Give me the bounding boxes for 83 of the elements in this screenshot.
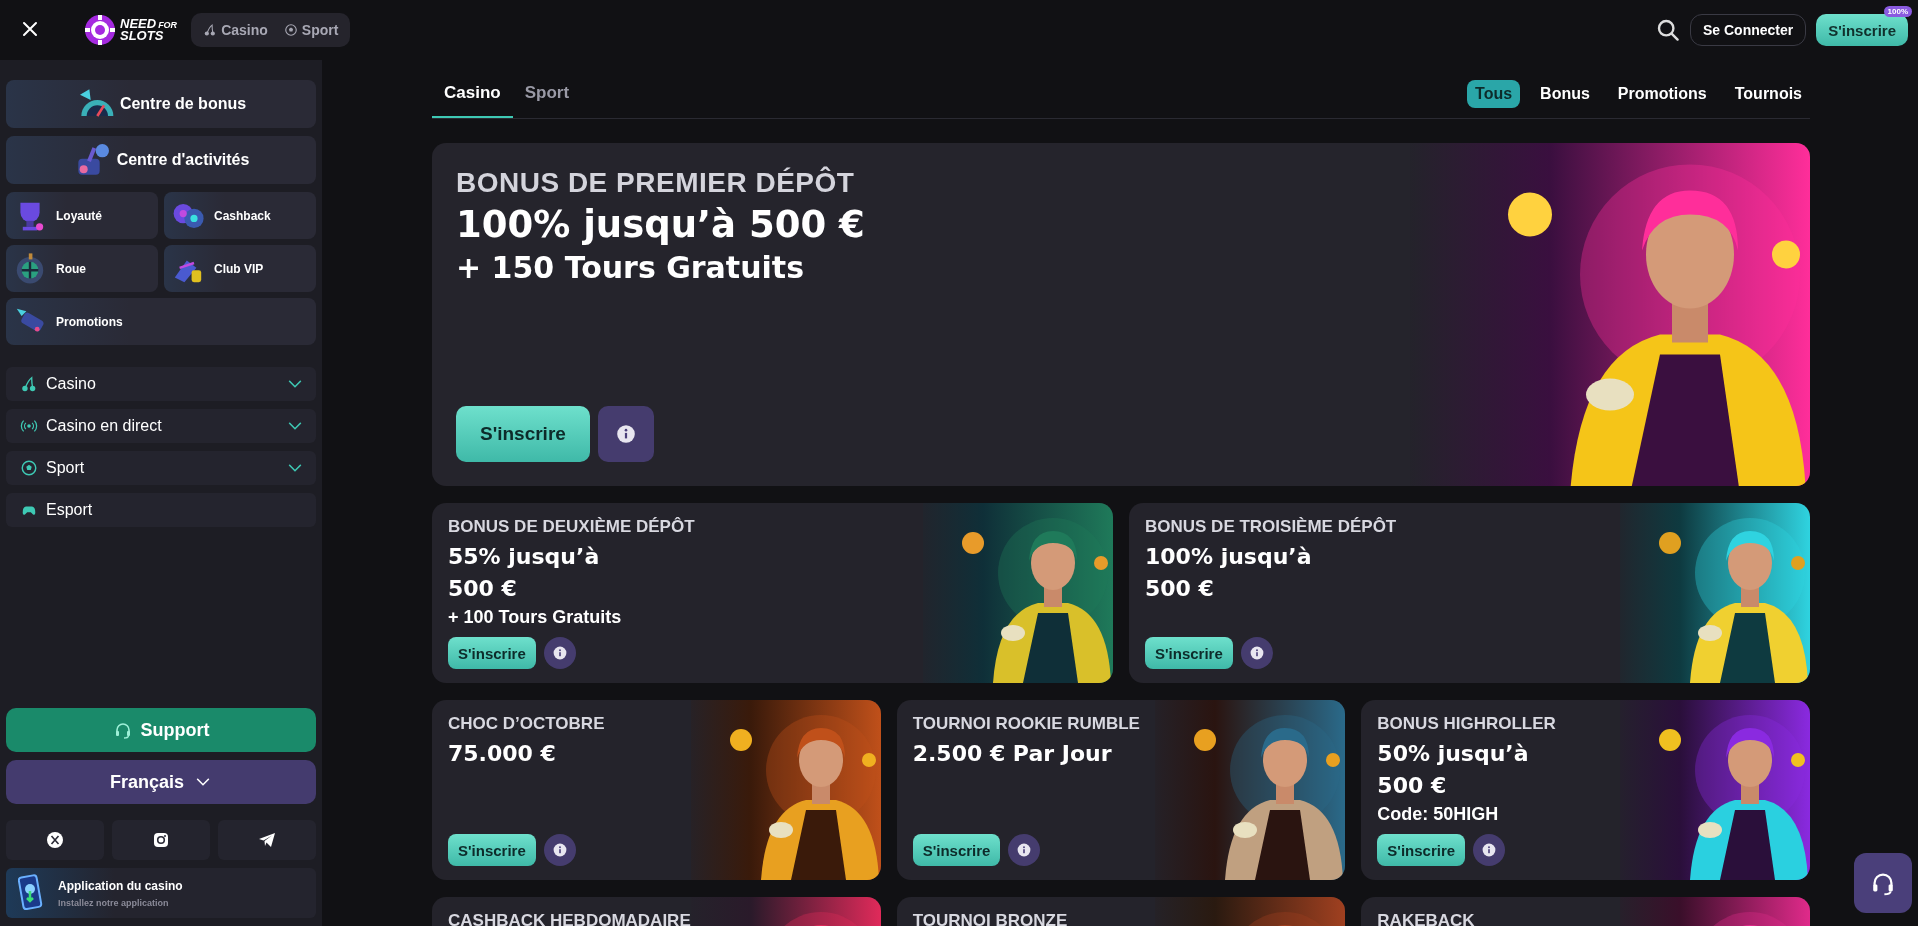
card-title: TOURNOI BRONZE [912, 911, 1069, 926]
support-button[interactable]: Support [6, 708, 316, 752]
card-title: BONUS DE TROISIÈME DÉPÔT [1145, 517, 1398, 537]
info-icon [1248, 645, 1265, 661]
cherry-icon [203, 23, 218, 37]
hero-subline: + 150 Tours Gratuits [456, 250, 806, 285]
info-button[interactable] [543, 637, 576, 669]
logo-text: NEED [120, 18, 157, 30]
signup-button[interactable]: S'inscrire [456, 406, 590, 462]
signup-button[interactable]: S'inscrire [1145, 637, 1233, 669]
soccer-ball-icon [283, 23, 298, 37]
card-headline: 500 € [448, 576, 518, 601]
card-headline: 500 € [1377, 773, 1448, 798]
language-button[interactable]: Français [6, 760, 316, 804]
logo-text: FOR [158, 21, 178, 30]
phone-icon [18, 874, 44, 912]
sidebar-tile[interactable]: Loyauté [6, 192, 158, 239]
card-headline: 2.500 € Par Jour [912, 741, 1113, 766]
filter-tab[interactable]: Bonus [1532, 80, 1598, 108]
signup-button[interactable]: S'inscrire [1377, 834, 1466, 866]
sidebar-banner[interactable]: Centre d'activités [6, 136, 316, 184]
card-headline: 55% jusqu’à [448, 544, 601, 569]
category-tab[interactable]: Sport [512, 70, 582, 118]
bonus-badge: 100% [1883, 6, 1912, 17]
card-detail: + 100 Tours Gratuits [448, 607, 623, 628]
card-headline: 75.000 € [448, 741, 557, 766]
x-icon [45, 830, 65, 850]
sidebar-banner[interactable]: Centre de bonus [6, 80, 316, 128]
sidebar-item[interactable]: Esport [6, 493, 316, 527]
sidebar-item[interactable]: Sport [6, 451, 316, 485]
social-button[interactable] [218, 820, 316, 860]
category-tab[interactable]: Casino [432, 70, 513, 118]
info-icon [614, 423, 637, 445]
soccer-ball-icon [20, 459, 38, 477]
close-icon [20, 19, 40, 39]
card-title: CHOC D’OCTOBRE [448, 714, 606, 734]
filter-tab[interactable]: Tournois [1726, 80, 1810, 108]
app-banner[interactable]: Application du casino Installez notre application [6, 868, 316, 918]
app-title: Application du casino [58, 878, 183, 893]
mode-tab[interactable]: Sport [277, 15, 345, 45]
card-title: RAKEBACK [1377, 911, 1476, 926]
hero-title: BONUS DE PREMIER DÉPÔT [456, 167, 856, 199]
signup-button[interactable]: S'inscrire [448, 834, 536, 866]
app-subtitle: Installez notre application [58, 897, 170, 908]
sidebar-tile[interactable]: Promotions [6, 298, 316, 345]
card-title: BONUS DE DEUXIÈME DÉPÔT [448, 517, 696, 537]
login-button[interactable]: Se Connecter [1689, 14, 1807, 46]
support-button[interactable] [1854, 853, 1912, 913]
cherry-icon [20, 375, 38, 393]
signup-button[interactable]: S'inscrire [912, 834, 1001, 866]
sidebar-tile[interactable]: Club VIP [164, 245, 316, 292]
mode-tab[interactable]: Casino [197, 15, 274, 45]
card-title: BONUS HIGHROLLER [1377, 714, 1557, 734]
sidebar-tile[interactable]: Roue [6, 245, 158, 292]
info-icon [1016, 842, 1033, 858]
logo-text: SLOTS [120, 30, 165, 42]
filter-tab[interactable]: Promotions [1609, 80, 1715, 108]
card-headline: 100% jusqu’à [1145, 544, 1313, 569]
card-detail: Code: 50HIGH [1377, 804, 1500, 825]
signup-button[interactable]: S'inscrire [448, 637, 536, 669]
info-icon [551, 842, 568, 858]
social-button[interactable] [112, 820, 210, 860]
info-button[interactable] [1473, 834, 1506, 866]
social-button[interactable] [6, 820, 104, 860]
filter-tab[interactable]: Tous [1467, 80, 1521, 108]
hero-headline: 100% jusqu’à 500 € [456, 203, 865, 246]
info-button[interactable] [1008, 834, 1041, 866]
info-button[interactable] [597, 406, 654, 462]
card-title: TOURNOI ROOKIE RUMBLE [912, 714, 1141, 734]
info-button[interactable] [543, 834, 576, 866]
chip-icon [84, 14, 116, 46]
search-icon[interactable] [1655, 18, 1680, 42]
card-headline: 500 € [1145, 576, 1215, 601]
signup-button[interactable]: S'inscrire [1816, 14, 1908, 46]
sidebar-item[interactable]: Casino [6, 367, 316, 401]
card-headline: 50% jusqu’à [1377, 741, 1530, 766]
sidebar-tile[interactable]: Cashback [164, 192, 316, 239]
info-button[interactable] [1240, 637, 1273, 669]
info-icon [1481, 842, 1498, 858]
info-icon [551, 645, 568, 661]
card-title: CASHBACK HEBDOMADAIRE [448, 911, 692, 926]
sidebar-item[interactable]: Casino en direct [6, 409, 316, 443]
camera-icon [151, 830, 171, 850]
